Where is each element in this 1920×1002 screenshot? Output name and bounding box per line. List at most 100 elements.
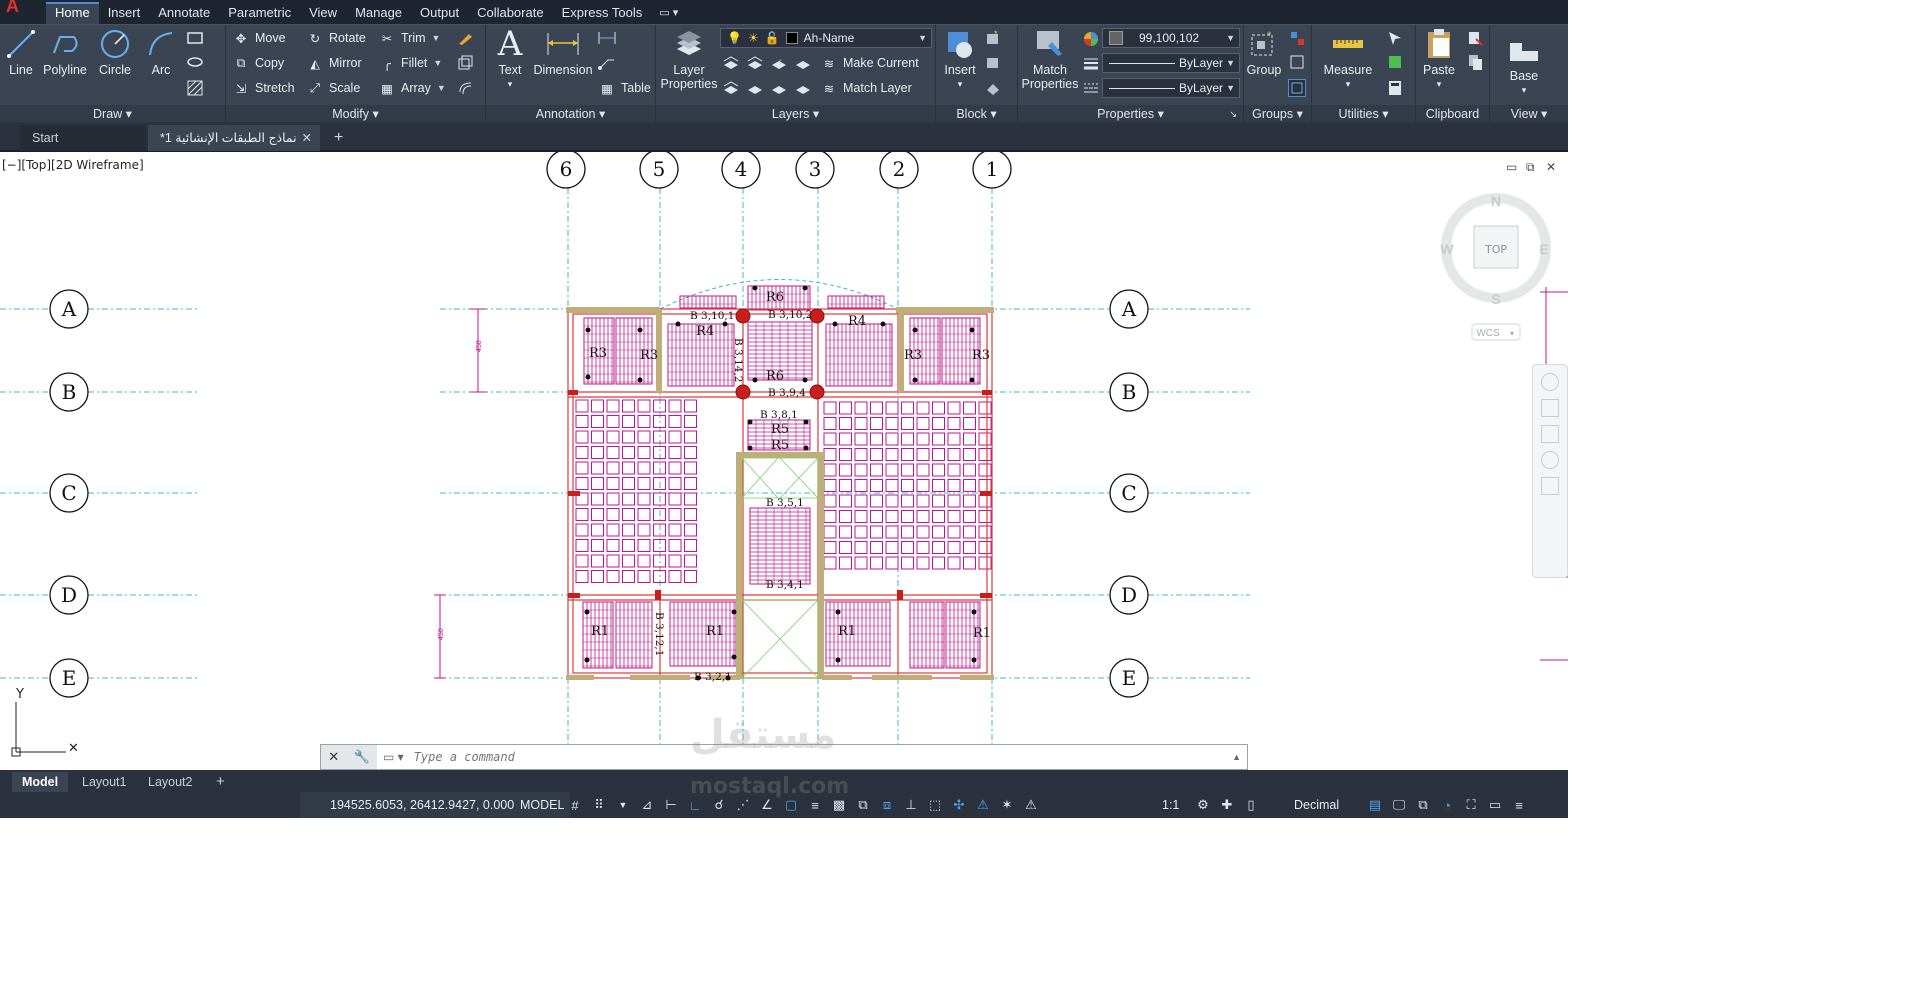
selection-filter-icon[interactable]: ⬚	[926, 796, 944, 814]
lock-ui-icon[interactable]: 🖵	[1390, 796, 1408, 814]
panel-launcher-icon[interactable]: ↘	[1229, 105, 1237, 123]
layer-freeze-icon[interactable]: *	[770, 54, 788, 72]
create-block-icon[interactable]: *	[984, 29, 1002, 47]
tab-insert[interactable]: Insert	[99, 2, 150, 24]
layer-on-icon[interactable]	[722, 79, 740, 97]
auto-scale-icon[interactable]: ✶	[998, 796, 1016, 814]
layers-panel-title[interactable]: Layers ▾	[656, 105, 935, 123]
layer-lock-icon[interactable]	[794, 54, 812, 72]
new-layout-icon[interactable]: +	[206, 772, 235, 792]
tab-parametric[interactable]: Parametric	[219, 2, 300, 24]
lineweight-dropdown[interactable]: ByLayer ▼	[1102, 53, 1240, 73]
color-wheel-icon[interactable]	[1082, 30, 1100, 48]
modify-panel-title[interactable]: Modify ▾	[226, 105, 485, 123]
layer-thaw-icon[interactable]	[770, 79, 788, 97]
arc-button[interactable]: Arc	[142, 27, 180, 77]
calculator-icon[interactable]	[1386, 79, 1404, 97]
snap-icon[interactable]: ⠿	[590, 796, 608, 814]
line-button[interactable]: Line	[4, 27, 38, 77]
layer-off-icon[interactable]	[722, 54, 740, 72]
clean-screen-icon[interactable]: ⛶	[1462, 796, 1480, 814]
model-space-button[interactable]: MODEL	[514, 792, 571, 818]
group-selection-icon[interactable]	[1288, 79, 1306, 97]
viewcube-top-face[interactable]: TOP	[1484, 243, 1507, 256]
properties-panel-title[interactable]: Properties ▾ ↘	[1018, 105, 1243, 123]
ribbon-toggle-icon[interactable]: ▭ ▾	[659, 2, 678, 24]
explode-icon[interactable]	[456, 54, 474, 72]
lineweight-icon[interactable]	[1082, 54, 1100, 72]
customization-icon[interactable]: ▭	[1486, 796, 1504, 814]
3d-osnap-icon[interactable]: ⧈	[878, 796, 896, 814]
grid-icon[interactable]: #	[566, 796, 584, 814]
compass-north[interactable]: N	[1491, 193, 1501, 209]
steering-wheel-icon[interactable]	[1541, 373, 1559, 391]
ungroup-icon[interactable]	[1288, 29, 1306, 47]
drawing-canvas[interactable]: [−][Top][2D Wireframe] ▭ ⧉ ✕ 6 5 4 3 2 1…	[0, 152, 1568, 770]
quick-select-icon[interactable]	[1386, 29, 1404, 47]
compass-west[interactable]: W	[1440, 241, 1454, 257]
tab-view[interactable]: View	[300, 2, 346, 24]
linetype-dropdown[interactable]: ByLayer ▼	[1102, 78, 1240, 98]
fillet-button[interactable]: ╭ Fillet ▼	[378, 53, 442, 73]
quick-properties-icon[interactable]: ▤	[1366, 796, 1384, 814]
pan-icon[interactable]	[1541, 399, 1559, 417]
selection-cycling-icon[interactable]: ⧉	[854, 796, 872, 814]
customize-command-icon[interactable]: 🔧	[354, 749, 370, 765]
start-tab[interactable]: Start	[20, 125, 146, 151]
annotation-visibility-icon[interactable]: ⚠	[974, 796, 992, 814]
compass-south[interactable]: S	[1491, 291, 1500, 307]
isolate-objects-icon[interactable]: ⧉	[1414, 796, 1432, 814]
stretch-button[interactable]: ⇲ Stretch	[232, 78, 295, 98]
trim-button[interactable]: ✂ Trim ▼	[378, 28, 441, 48]
compass-east[interactable]: E	[1539, 241, 1548, 257]
move-button[interactable]: ✥ Move	[232, 28, 286, 48]
layer-unisolate-icon[interactable]	[746, 79, 764, 97]
circle-button[interactable]: Circle	[94, 27, 136, 77]
annotation-scale-value[interactable]: 1:1	[1162, 792, 1179, 818]
array-button[interactable]: ▦ Array ▼	[378, 78, 446, 98]
edit-block-icon[interactable]	[984, 53, 1002, 71]
edit-attributes-icon[interactable]	[984, 79, 1002, 97]
menu-icon[interactable]: ≡	[1510, 796, 1528, 814]
command-expand-icon[interactable]: ▲	[1232, 752, 1241, 762]
utilities-panel-title[interactable]: Utilities ▾	[1312, 105, 1415, 123]
document-tab[interactable]: نماذج الطبقات الإنشائية 1* ✕	[148, 125, 320, 151]
leader-icon[interactable]	[598, 53, 616, 71]
dynamic-ucs-icon[interactable]: ⊥	[902, 796, 920, 814]
hatch-icon[interactable]	[186, 79, 204, 97]
app-logo-icon[interactable]: A	[6, 0, 36, 15]
measure-button[interactable]: Measure ▾	[1318, 27, 1378, 91]
erase-icon[interactable]	[456, 29, 474, 47]
coordinates-readout[interactable]: 194525.6053, 26412.9427, 0.0000	[300, 792, 528, 818]
linear-dim-icon[interactable]	[598, 29, 616, 47]
group-button[interactable]: * Group	[1246, 27, 1282, 77]
copy-button[interactable]: ⧉ Copy	[232, 53, 285, 73]
annotation-scale-icon[interactable]: ⚠	[1022, 796, 1040, 814]
make-current-button[interactable]: ≋ Make Current	[820, 53, 919, 73]
units-icon[interactable]: ▯	[1242, 796, 1260, 814]
select-all-icon[interactable]	[1386, 53, 1404, 71]
ellipse-icon[interactable]	[186, 53, 204, 71]
text-button[interactable]: A Text ▾	[492, 27, 528, 91]
rectangle-icon[interactable]	[186, 29, 204, 47]
groups-panel-title[interactable]: Groups ▾	[1244, 105, 1311, 123]
rotate-button[interactable]: ↻ Rotate	[306, 28, 366, 48]
tab-manage[interactable]: Manage	[346, 2, 411, 24]
group-edit-icon[interactable]	[1288, 53, 1306, 71]
layer-dropdown[interactable]: 💡 ☀ 🔓 Ah-Name ▼	[720, 28, 932, 48]
gizmo-icon[interactable]: ✣	[950, 796, 968, 814]
clipboard-panel-title[interactable]: Clipboard	[1416, 105, 1489, 123]
graphics-performance-icon[interactable]: ◔	[1438, 796, 1456, 814]
units-value[interactable]: Decimal	[1294, 792, 1339, 818]
close-tab-icon[interactable]: ✕	[302, 125, 312, 151]
viewcube[interactable]: TOP N S E W WCS ▾	[1436, 192, 1556, 342]
annotation-panel-title[interactable]: Annotation ▾	[486, 105, 655, 123]
draw-panel-title[interactable]: Draw ▾	[0, 105, 225, 123]
new-tab-icon[interactable]: +	[334, 125, 354, 151]
match-properties-button[interactable]: Match Properties	[1020, 27, 1080, 91]
layer-isolate-icon[interactable]	[746, 54, 764, 72]
table-button[interactable]: ▦ Table	[598, 78, 651, 98]
polyline-button[interactable]: Polyline	[42, 27, 88, 77]
annotation-monitor-icon[interactable]: ✚	[1218, 796, 1236, 814]
showmotion-icon[interactable]	[1541, 477, 1559, 495]
